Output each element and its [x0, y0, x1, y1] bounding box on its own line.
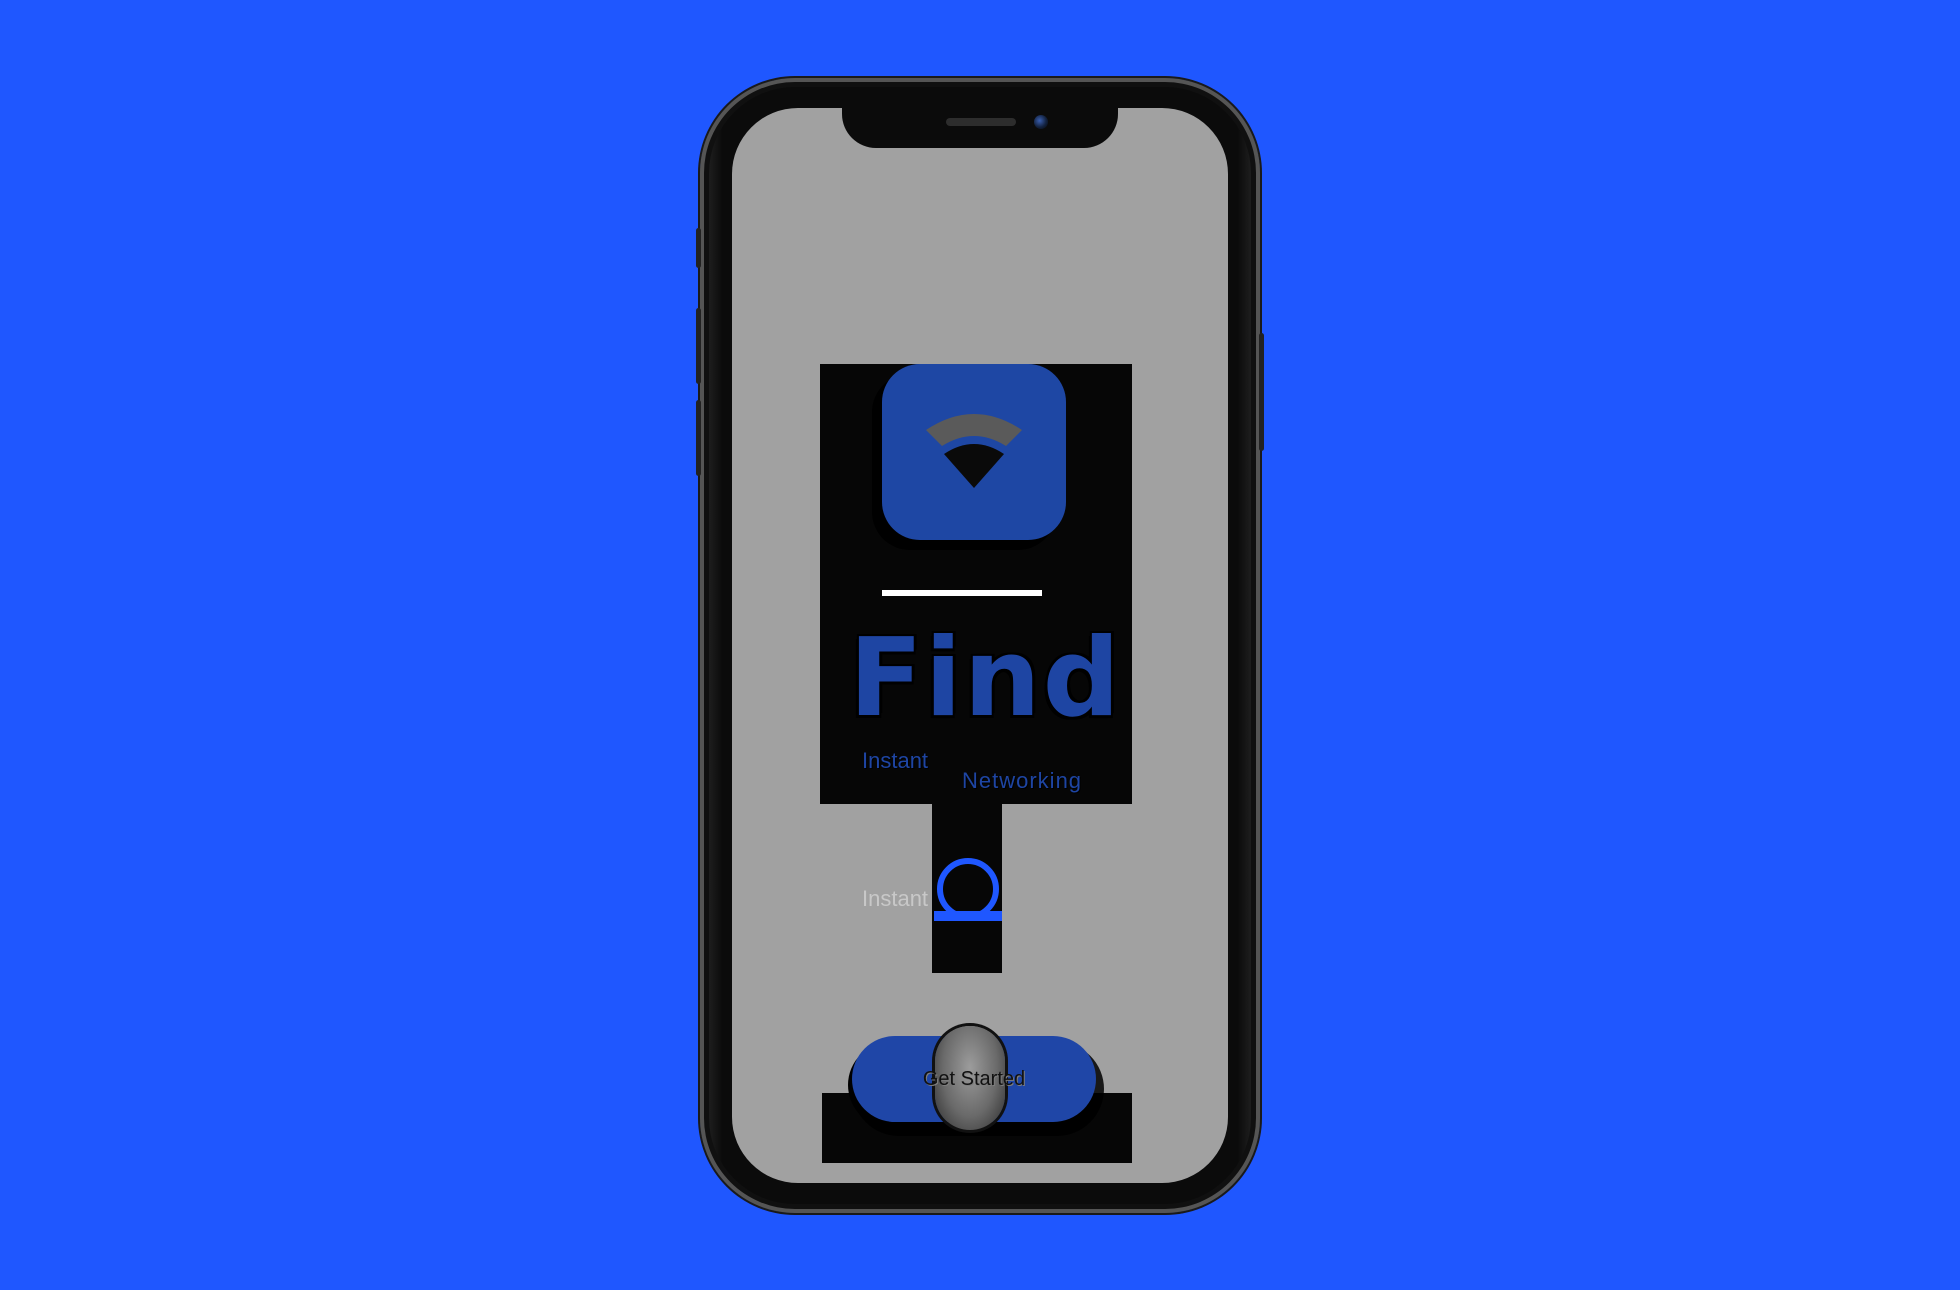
get-started-button[interactable]: Get Started: [852, 1036, 1096, 1122]
title-divider: [882, 590, 1042, 596]
volume-down-button: [696, 400, 701, 476]
app-title: Find: [849, 616, 1122, 741]
wifi-signal-icon: [926, 414, 1022, 488]
app-icon: [882, 364, 1066, 540]
phone-mockup: Find Instant Networking Instant Get Star…: [696, 78, 1264, 1213]
speaker-grille: [946, 118, 1016, 126]
tagline-line-1: Instant: [862, 748, 929, 773]
tagline-line-2: Networking: [962, 768, 1083, 793]
ring-icon: [934, 858, 1002, 921]
notch: [842, 108, 1118, 148]
mute-switch: [696, 228, 701, 268]
power-button: [1259, 333, 1264, 451]
phone-screen: Find Instant Networking Instant Get Star…: [732, 108, 1228, 1183]
front-camera: [1034, 115, 1048, 129]
ghost-tagline: Instant: [862, 886, 929, 911]
volume-up-button: [696, 308, 701, 384]
